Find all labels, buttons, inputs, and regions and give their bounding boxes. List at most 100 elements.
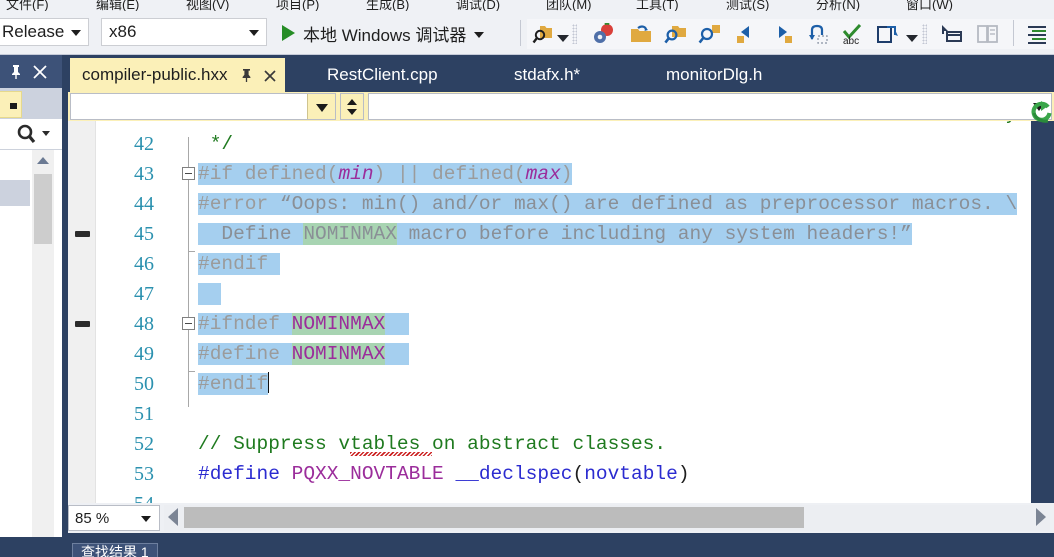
undo-navigation-icon[interactable] — [806, 23, 830, 45]
left-tool-window-search[interactable] — [0, 119, 62, 150]
toolbar-overflow-icon-2[interactable] — [906, 35, 918, 42]
find-in-files-icon[interactable] — [531, 23, 555, 45]
code-line[interactable]: * since the introduction of inline funct… — [198, 121, 1029, 129]
code-line[interactable]: Define NOMINMAX macro before including a… — [198, 219, 912, 249]
quick-find-icon[interactable] — [698, 23, 722, 45]
open-folder-icon[interactable] — [629, 23, 653, 45]
close-icon[interactable] — [263, 68, 277, 82]
outlining-collapse-box[interactable] — [182, 317, 195, 330]
code-editor[interactable]: 41 42 43 44 45 46 47 48 49 50 51 52 53 54 * since the… — [68, 121, 1031, 503]
code-token: ) — [677, 463, 690, 485]
navigate-forward-icon[interactable] — [770, 23, 794, 45]
chevron-down-icon[interactable] — [474, 31, 485, 38]
code-line[interactable]: #endif — [198, 369, 270, 399]
navigation-spinner[interactable] — [340, 93, 364, 120]
breakpoint-gutter[interactable] — [68, 121, 96, 503]
navigation-bar — [68, 92, 1054, 121]
toolbar-overflow-icon[interactable] — [557, 35, 569, 42]
line-number: 43 — [134, 163, 154, 185]
code-token: ) || defined( — [373, 163, 526, 185]
code-text-area[interactable]: * since the introduction of inline funct… — [198, 121, 1031, 503]
code-line[interactable]: #endif — [198, 249, 280, 279]
document-tab-label: compiler-public.hxx — [82, 65, 228, 84]
menu-item-7[interactable]: 工具(T) — [636, 0, 679, 11]
outlining-end-tick — [188, 371, 195, 372]
code-token: defined( — [233, 163, 339, 185]
document-tab-1[interactable]: RestClient.cpp — [313, 58, 452, 92]
settings-gear-icon[interactable] — [592, 22, 616, 45]
code-token: NOMINMAX — [303, 223, 397, 245]
spelling-error-squiggle — [350, 452, 433, 456]
refresh-icon[interactable] — [1030, 100, 1052, 124]
code-token: */ — [198, 133, 234, 155]
left-tool-window-active-tab[interactable] — [0, 91, 22, 118]
menu-bar: 文件(F) 编辑(E) 视图(V) 项目(P) 生成(B) 调试(D) 团队(M) 工具(T)… — [0, 0, 1054, 11]
code-line[interactable]: #if defined(min) || defined(max) — [198, 159, 573, 189]
format-document-icon[interactable] — [1025, 23, 1049, 45]
gutter-marker[interactable] — [75, 321, 90, 327]
menu-item-1[interactable]: 编辑(E) — [96, 0, 139, 11]
menu-item-2[interactable]: 视图(V) — [186, 0, 229, 11]
spinner-up-icon[interactable] — [347, 99, 357, 105]
code-token: macro before including any system header… — [396, 223, 912, 245]
scroll-up-arrow-icon[interactable] — [32, 150, 54, 172]
menu-item-4[interactable]: 生成(B) — [366, 0, 409, 11]
menu-item-0[interactable]: 文件(F) — [6, 0, 49, 11]
find-results-tab[interactable]: 查找结果 1 — [72, 543, 158, 557]
toolbar-drag-handle-2[interactable] — [922, 24, 927, 44]
code-line[interactable]: #define PQXX_NOVTABLE __declspec(novtabl… — [198, 459, 690, 489]
menu-item-5[interactable]: 调试(D) — [456, 0, 500, 11]
toolbar-separator-2 — [1013, 20, 1014, 46]
gutter-marker[interactable] — [75, 231, 90, 237]
close-icon[interactable] — [32, 64, 48, 80]
go-to-definition-icon[interactable] — [876, 23, 900, 45]
outlining-margin[interactable] — [182, 121, 196, 503]
navigate-backward-icon[interactable] — [736, 23, 760, 45]
toggle-window-icon[interactable] — [940, 23, 964, 45]
scroll-left-arrow-icon[interactable] — [168, 508, 178, 526]
menu-item-9[interactable]: 分析(N) — [816, 0, 860, 11]
chevron-down-icon[interactable] — [307, 94, 335, 119]
navigation-scope-combo[interactable] — [70, 93, 336, 120]
solution-platform-combo[interactable]: x86 — [101, 18, 267, 46]
pin-icon[interactable] — [240, 68, 253, 83]
code-token: novtable — [584, 463, 678, 485]
zoom-level-combo[interactable]: 85 % — [68, 505, 160, 531]
document-tab-3[interactable]: monitorDlg.h — [652, 58, 776, 92]
solution-platform-value: x86 — [109, 22, 137, 41]
document-tab-0[interactable]: compiler-public.hxx — [70, 58, 285, 92]
line-number: 49 — [134, 343, 154, 365]
start-debugging-button[interactable]: 本地 Windows 调试器 — [278, 20, 488, 46]
find-results-tab-label: 查找结果 1 — [81, 544, 149, 557]
document-tab-2[interactable]: stdafx.h* — [500, 58, 594, 92]
find-symbol-icon[interactable] — [664, 23, 688, 45]
spinner-down-icon[interactable] — [347, 109, 357, 115]
line-number: 53 — [134, 463, 154, 485]
solution-configuration-combo[interactable]: Release — [0, 18, 89, 46]
menu-item-6[interactable]: 团队(M) — [546, 0, 592, 11]
document-tab-label: monitorDlg.h — [666, 65, 763, 84]
menu-item-8[interactable]: 测试(S) — [726, 0, 769, 11]
scroll-right-arrow-icon[interactable] — [1036, 508, 1046, 526]
code-line[interactable]: #ifndef NOMINMAX — [198, 309, 409, 339]
menu-item-10[interactable]: 窗口(W) — [906, 0, 953, 11]
horizontal-scrollbar[interactable] — [164, 505, 1050, 531]
left-tool-window-item[interactable] — [0, 180, 30, 206]
code-line[interactable]: #error “Oops: min() and/or max() are def… — [198, 189, 1018, 219]
horizontal-scrollbar-thumb[interactable] — [184, 507, 804, 528]
code-token: NOMINMAX — [291, 343, 386, 365]
left-panel-scrollbar-thumb[interactable] — [34, 174, 52, 244]
code-line[interactable]: // Suppress vtables on abstract classes. — [198, 429, 666, 459]
line-number: 50 — [134, 373, 154, 395]
code-line[interactable]: #define NOMINMAX — [198, 339, 409, 369]
toolbar-drag-handle[interactable] — [572, 24, 577, 44]
menu-item-3[interactable]: 项目(P) — [276, 0, 319, 11]
outlining-collapse-box[interactable] — [182, 167, 195, 180]
code-line[interactable]: */ — [198, 129, 233, 159]
bottom-dock: 查找结果 1 — [0, 537, 1054, 557]
pin-icon[interactable] — [9, 64, 23, 80]
code-line[interactable] — [198, 279, 222, 309]
spellcheck-abc-icon[interactable]: abc — [841, 23, 865, 47]
line-number: 41 — [134, 121, 154, 124]
navigation-member-combo[interactable] — [368, 93, 1052, 120]
